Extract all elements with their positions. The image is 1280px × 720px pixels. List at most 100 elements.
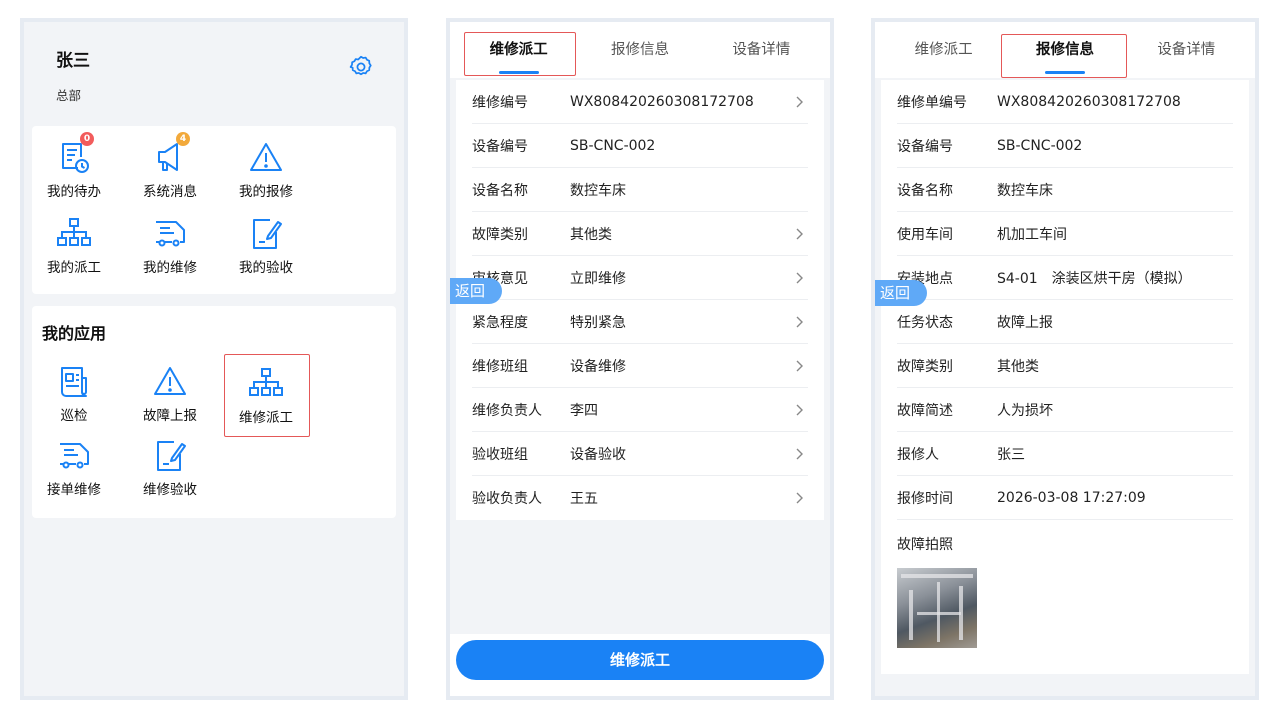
field-value: 李四 <box>570 402 598 419</box>
tab-equipment-details[interactable]: 设备详情 <box>1126 22 1247 78</box>
app-label: 维修派工 <box>239 410 293 426</box>
form-row-acceptance-lead[interactable]: 验收负责人 王五 <box>472 476 808 520</box>
chevron-right-icon <box>796 228 803 240</box>
info-row: 故障简述 人为损坏 <box>897 388 1233 432</box>
info-row: 报修时间 2026-03-08 17:27:09 <box>897 476 1233 520</box>
repair-info-list: 维修单编号 WX808420260308172708 设备编号 SB-CNC-0… <box>881 80 1249 674</box>
todo-clock-icon: 0 <box>54 132 94 178</box>
back-button[interactable]: 返回 <box>450 278 502 304</box>
org-tree-icon <box>54 214 94 254</box>
field-label: 维修班组 <box>472 358 528 375</box>
field-label: 设备名称 <box>472 182 528 199</box>
back-button[interactable]: 返回 <box>875 280 927 306</box>
form-row-equipment-name: 设备名称 数控车床 <box>472 168 808 212</box>
field-value: SB-CNC-002 <box>997 137 1083 154</box>
app-label: 维修验收 <box>143 482 197 498</box>
chevron-right-icon <box>796 492 803 504</box>
field-value: 其他类 <box>570 226 612 243</box>
inspection-document-icon <box>54 362 94 402</box>
chevron-right-icon <box>796 316 803 328</box>
app-repair-dispatch[interactable]: 维修派工 <box>224 364 308 426</box>
form-row-acceptance-team[interactable]: 验收班组 设备验收 <box>472 432 808 476</box>
app-label: 接单维修 <box>47 482 101 498</box>
app-my-maintenance[interactable]: 我的维修 <box>128 214 212 276</box>
dispatch-submit-button[interactable]: 维修派工 <box>456 640 824 680</box>
tab-repair-info[interactable]: 报修信息 <box>1004 22 1125 78</box>
info-row: 使用车间 机加工车间 <box>897 212 1233 256</box>
info-row: 报修人 张三 <box>897 432 1233 476</box>
tab-repair-info[interactable]: 报修信息 <box>579 22 700 78</box>
quick-menu-card: 0 我的待办 4 系统消息 我的报修 我的派工 我的维修 我的验收 <box>32 126 396 294</box>
app-label: 我的派工 <box>47 260 101 276</box>
chevron-right-icon <box>796 404 803 416</box>
megaphone-icon: 4 <box>150 132 190 178</box>
app-system-messages[interactable]: 4 系统消息 <box>128 132 212 200</box>
phone-dispatch: 维修派工 报修信息 设备详情 维修编号 WX808420260308172708… <box>446 18 834 700</box>
info-row: 故障类别 其他类 <box>897 344 1233 388</box>
org-tree-icon <box>246 364 286 404</box>
field-value: S4-01 涂装区烘干房（模拟） <box>997 270 1192 287</box>
edit-document-icon <box>150 436 190 476</box>
edit-document-icon <box>246 214 286 254</box>
field-label: 设备编号 <box>897 138 953 155</box>
fault-photo-thumbnail[interactable] <box>897 568 977 648</box>
phone-repair-info: 维修派工 报修信息 设备详情 维修单编号 WX80842026030817270… <box>871 18 1259 700</box>
app-label: 故障上报 <box>143 408 197 424</box>
home-screen: 张三 总部 0 我的待办 4 系统消息 我的报修 我的派工 我的维修 我的验收 … <box>24 22 404 696</box>
field-label: 报修时间 <box>897 490 953 507</box>
field-label: 验收负责人 <box>472 491 542 507</box>
info-row: 安装地点 S4-01 涂装区烘干房（模拟） <box>897 256 1233 300</box>
info-row: 任务状态 故障上报 <box>897 300 1233 344</box>
field-label: 使用车间 <box>897 226 953 243</box>
form-row-fault-category[interactable]: 故障类别 其他类 <box>472 212 808 256</box>
tab-repair-dispatch[interactable]: 维修派工 <box>458 22 579 78</box>
tab-equipment-details[interactable]: 设备详情 <box>701 22 822 78</box>
form-row-repair-no[interactable]: 维修编号 WX808420260308172708 <box>472 80 808 124</box>
gear-icon[interactable] <box>348 54 374 80</box>
todo-badge: 0 <box>80 132 94 146</box>
form-row-repair-team[interactable]: 维修班组 设备维修 <box>472 344 808 388</box>
app-label: 我的验收 <box>239 260 293 276</box>
field-value: WX808420260308172708 <box>997 93 1181 110</box>
app-accept-repair[interactable]: 接单维修 <box>32 436 116 498</box>
app-repair-acceptance[interactable]: 维修验收 <box>128 436 212 498</box>
tab-repair-dispatch[interactable]: 维修派工 <box>883 22 1004 78</box>
field-label: 任务状态 <box>897 314 953 331</box>
truck-icon <box>150 214 190 254</box>
info-row: 维修单编号 WX808420260308172708 <box>897 80 1233 124</box>
field-label: 验收班组 <box>472 446 528 463</box>
chevron-right-icon <box>796 96 803 108</box>
form-row-review-opinion[interactable]: 审核意见 立即维修 <box>472 256 808 300</box>
chevron-right-icon <box>796 272 803 284</box>
field-value: 2026-03-08 17:27:09 <box>997 489 1146 506</box>
app-fault-report[interactable]: 故障上报 <box>128 362 212 424</box>
field-value: 立即维修 <box>570 270 626 287</box>
tab-bar: 维修派工 报修信息 设备详情 <box>875 22 1255 78</box>
field-value: 数控车床 <box>570 182 626 199</box>
info-row: 设备编号 SB-CNC-002 <box>897 124 1233 168</box>
app-label: 我的维修 <box>143 260 197 276</box>
app-label: 我的报修 <box>239 184 293 200</box>
form-row-equipment-no: 设备编号 SB-CNC-002 <box>472 124 808 168</box>
section-title: 我的应用 <box>42 324 107 343</box>
app-my-todo[interactable]: 0 我的待办 <box>32 132 116 200</box>
app-my-acceptance[interactable]: 我的验收 <box>224 214 308 276</box>
submit-bar: 维修派工 <box>450 634 830 696</box>
app-my-repair-reports[interactable]: 我的报修 <box>224 138 308 200</box>
form-row-repair-lead[interactable]: 维修负责人 李四 <box>472 388 808 432</box>
field-label: 设备名称 <box>897 182 953 199</box>
field-value: 其他类 <box>997 358 1039 375</box>
field-label: 维修单编号 <box>897 94 967 111</box>
form-row-urgency[interactable]: 紧急程度 特别紧急 <box>472 300 808 344</box>
app-inspection[interactable]: 巡检 <box>32 362 116 424</box>
field-label: 报修人 <box>897 446 939 463</box>
photo-label: 故障拍照 <box>897 537 953 553</box>
field-value: 设备验收 <box>570 446 626 463</box>
field-value: 特别紧急 <box>570 314 626 331</box>
tab-bar: 维修派工 报修信息 设备详情 <box>450 22 830 78</box>
field-value: 张三 <box>997 446 1025 463</box>
chevron-right-icon <box>796 360 803 372</box>
chevron-right-icon <box>796 448 803 460</box>
app-my-dispatch[interactable]: 我的派工 <box>32 214 116 276</box>
field-label: 故障类别 <box>897 358 953 375</box>
